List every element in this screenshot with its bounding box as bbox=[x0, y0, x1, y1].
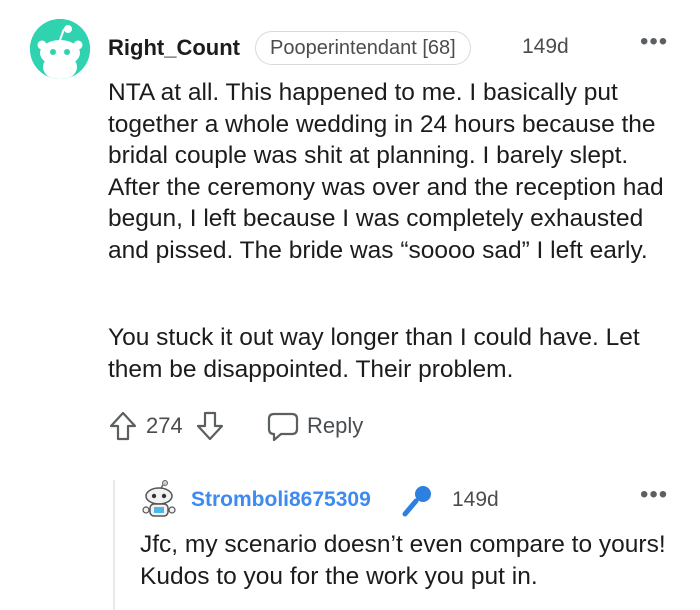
reply-avatar[interactable] bbox=[140, 480, 178, 520]
more-options-button[interactable]: ••• bbox=[640, 481, 668, 509]
reply-button[interactable] bbox=[266, 410, 300, 442]
reddit-snoo-icon bbox=[30, 19, 90, 79]
user-flair: Pooperintendant [68] bbox=[255, 31, 471, 65]
downvote-arrow-icon bbox=[196, 411, 224, 441]
reply-age: 149d bbox=[452, 488, 499, 511]
vote-score: 274 bbox=[146, 413, 183, 438]
comment-paragraph: You stuck it out way longer than I could… bbox=[108, 324, 640, 383]
comment-author[interactable]: Right_Count bbox=[108, 35, 240, 61]
reply-body: Jfc, my scenario doesn’t even compare to… bbox=[140, 531, 666, 590]
comment-paragraph: NTA at all. This happened to me. I basic… bbox=[108, 79, 664, 264]
thread-line[interactable] bbox=[113, 480, 115, 610]
speech-bubble-icon bbox=[267, 412, 299, 442]
comment-age: 149d bbox=[522, 35, 569, 58]
microphone-icon bbox=[400, 482, 436, 518]
avatar[interactable] bbox=[30, 19, 90, 79]
more-options-button[interactable]: ••• bbox=[640, 28, 668, 56]
reply-author[interactable]: Stromboli8675309 bbox=[191, 488, 371, 512]
upvote-arrow-icon bbox=[109, 411, 137, 441]
reply-label[interactable]: Reply bbox=[307, 413, 363, 439]
downvote-button[interactable] bbox=[195, 410, 225, 442]
snoo-avatar-icon bbox=[142, 480, 176, 517]
upvote-button[interactable] bbox=[108, 410, 138, 442]
